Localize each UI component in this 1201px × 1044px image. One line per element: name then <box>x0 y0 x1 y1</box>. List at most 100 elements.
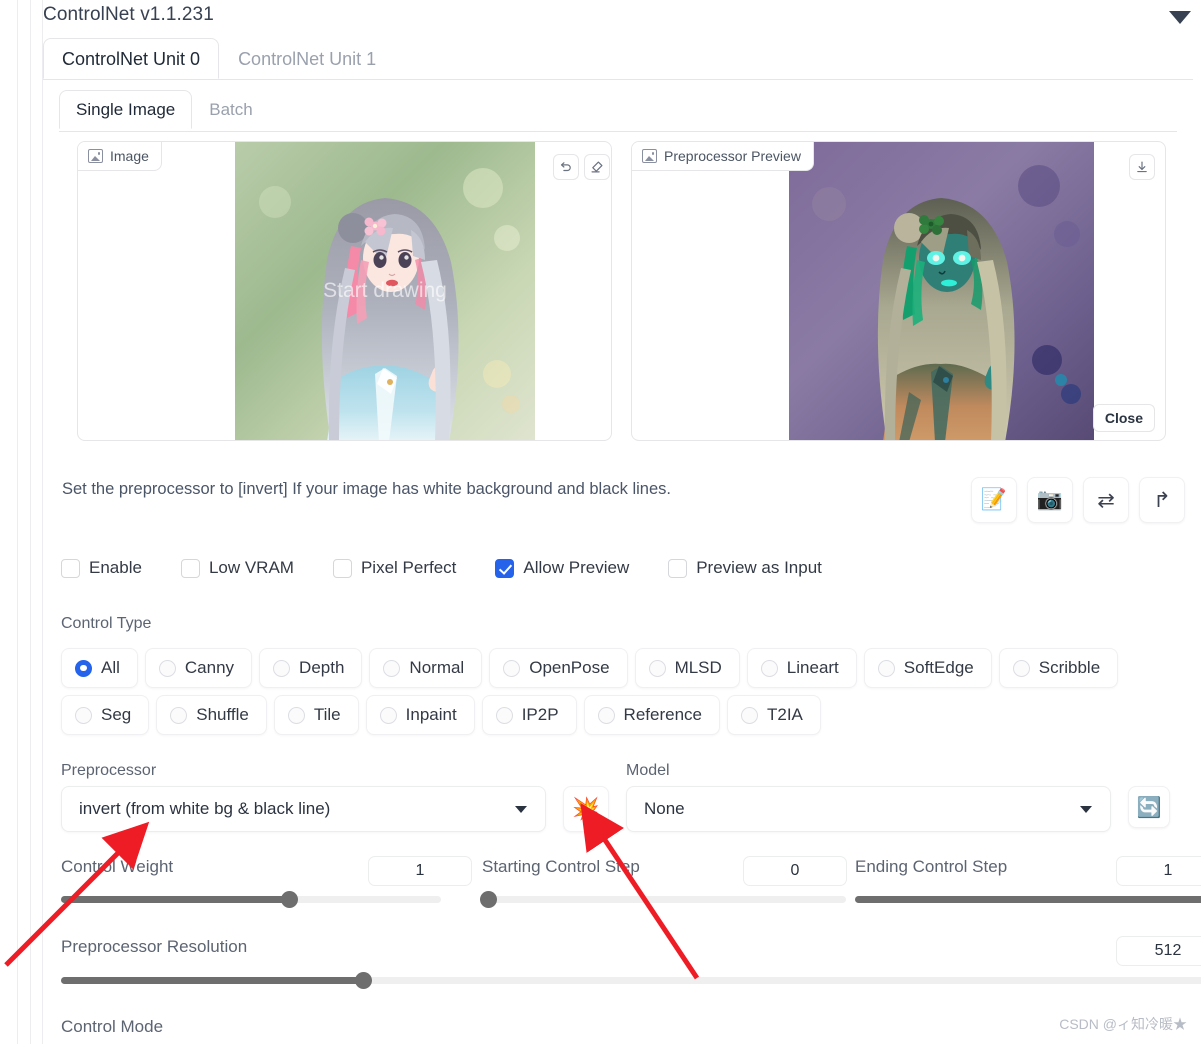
checkbox-low-vram-box[interactable] <box>180 558 200 578</box>
radio-dot-inpaint[interactable] <box>379 706 397 724</box>
radio-dot-ip2p[interactable] <box>495 706 513 724</box>
refresh-models-button[interactable]: 🔄 <box>1128 786 1170 828</box>
control-type-ip2p[interactable]: IP2P <box>481 695 577 735</box>
page-title: ControlNet v1.1.231 <box>43 4 214 25</box>
radio-dot-softedge[interactable] <box>877 659 895 677</box>
chevron-down-glyph <box>1169 10 1191 24</box>
control-type-shuffle[interactable]: Shuffle <box>156 695 267 735</box>
preprocessor-value: invert (from white bg & black line) <box>79 799 331 818</box>
starting-control-step-value[interactable]: 0 <box>743 856 847 886</box>
preview-image-artwork <box>789 142 1094 440</box>
tab-batch[interactable]: Batch <box>192 90 269 129</box>
control-type-reference[interactable]: Reference <box>583 695 720 735</box>
control-type-softedge[interactable]: SoftEdge <box>863 648 992 688</box>
tabs-divider <box>43 79 1193 80</box>
checkbox-preview-as-input[interactable]: Preview as Input <box>668 558 822 578</box>
radio-dot-shuffle[interactable] <box>170 706 188 724</box>
checkbox-pixel-perfect-box[interactable] <box>332 558 352 578</box>
control-weight-value[interactable]: 1 <box>368 856 472 886</box>
control-type-row-1: All Canny Depth Normal OpenPose MLSD Lin… <box>61 648 1185 688</box>
radio-dot-tile[interactable] <box>287 706 305 724</box>
control-type-inpaint[interactable]: Inpaint <box>365 695 475 735</box>
control-type-ip2p-label: IP2P <box>521 705 559 724</box>
checkbox-preview-as-input-label: Preview as Input <box>696 558 822 577</box>
control-type-normal[interactable]: Normal <box>369 648 483 688</box>
ending-control-step-slider[interactable] <box>855 896 1201 903</box>
preprocessor-label: Preprocessor <box>61 762 157 779</box>
tab-controlnet-unit-0[interactable]: ControlNet Unit 0 <box>43 38 220 79</box>
radio-dot-t2ia[interactable] <box>740 706 758 724</box>
preprocessor-resolution-value[interactable]: 512 <box>1116 936 1201 966</box>
preprocessor-preview-panel[interactable]: Preprocessor Preview Close <box>631 141 1166 441</box>
radio-dot-all[interactable] <box>75 659 92 677</box>
radio-dot-depth[interactable] <box>273 659 291 677</box>
preprocessor-resolution-thumb[interactable] <box>354 972 372 989</box>
chevron-down-icon[interactable] <box>1167 6 1193 28</box>
checkbox-enable[interactable]: Enable <box>61 558 142 578</box>
control-type-openpose[interactable]: OpenPose <box>489 648 628 688</box>
control-type-seg-label: Seg <box>101 705 132 724</box>
undo-glyph <box>560 162 571 172</box>
camera-glyph: 📷 <box>1036 488 1064 511</box>
control-type-canny[interactable]: Canny <box>144 648 253 688</box>
model-dropdown[interactable]: None <box>626 786 1111 832</box>
checkbox-low-vram[interactable]: Low VRAM <box>180 558 294 578</box>
control-type-mlsd-label: MLSD <box>674 658 722 677</box>
control-type-tile[interactable]: Tile <box>273 695 359 735</box>
control-weight-fill <box>61 896 289 903</box>
starting-control-step-slider[interactable] <box>480 891 846 908</box>
model-label: Model <box>626 762 670 779</box>
input-image-artwork <box>235 142 535 440</box>
control-weight-slider[interactable] <box>61 891 441 908</box>
ending-control-step-value[interactable]: 1 <box>1116 856 1201 886</box>
preprocessor-resolution-slider[interactable] <box>61 972 1201 989</box>
run-preprocessor-button[interactable]: 💥 <box>563 786 609 832</box>
control-type-openpose-label: OpenPose <box>529 658 610 677</box>
control-type-tile-label: Tile <box>313 705 341 724</box>
control-weight-thumb[interactable] <box>281 891 298 908</box>
refresh-icon: 🔄 <box>1136 796 1162 819</box>
control-type-shuffle-label: Shuffle <box>196 705 249 724</box>
checkbox-pixel-perfect[interactable]: Pixel Perfect <box>332 558 456 578</box>
radio-dot-seg[interactable] <box>75 706 92 724</box>
control-type-t2ia-label: T2IA <box>766 705 803 724</box>
camera-icon[interactable]: 📷 <box>1027 477 1073 523</box>
radio-dot-canny[interactable] <box>158 659 176 677</box>
radio-dot-normal[interactable] <box>383 659 401 677</box>
starting-control-step-label: Starting Control Step <box>482 857 640 876</box>
radio-dot-scribble[interactable] <box>1012 659 1030 677</box>
control-type-mlsd[interactable]: MLSD <box>634 648 740 688</box>
control-type-scribble[interactable]: Scribble <box>998 648 1119 688</box>
radio-dot-lineart[interactable] <box>760 659 778 677</box>
checkbox-preview-as-input-box[interactable] <box>668 558 688 578</box>
eraser-icon[interactable] <box>584 154 610 180</box>
model-value: None <box>644 799 685 818</box>
preview-close-button[interactable]: Close <box>1092 404 1155 432</box>
checkbox-allow-preview[interactable]: Allow Preview <box>495 558 629 578</box>
input-image-canvas[interactable]: Start drawing <box>235 142 535 440</box>
tab-controlnet-unit-1[interactable]: ControlNet Unit 1 <box>219 38 395 79</box>
checkbox-enable-box[interactable] <box>61 558 80 578</box>
control-type-seg[interactable]: Seg <box>61 695 150 735</box>
preprocessor-dropdown[interactable]: invert (from white bg & black line) <box>61 786 546 832</box>
control-type-t2ia[interactable]: T2IA <box>726 695 821 735</box>
control-type-lineart-label: Lineart <box>786 658 839 677</box>
control-type-depth[interactable]: Depth <box>259 648 363 688</box>
radio-dot-reference[interactable] <box>597 706 615 724</box>
radio-dot-openpose[interactable] <box>503 659 521 677</box>
download-icon[interactable] <box>1129 154 1155 180</box>
preprocessor-preview-canvas[interactable] <box>789 142 1094 440</box>
edit-prompt-icon[interactable]: 📝 <box>971 477 1017 523</box>
download-glyph <box>1137 161 1147 173</box>
undo-icon[interactable] <box>553 154 579 180</box>
tab-single-image[interactable]: Single Image <box>59 90 193 129</box>
control-type-all[interactable]: All <box>61 648 138 688</box>
control-type-lineart[interactable]: Lineart <box>746 648 857 688</box>
checkbox-allow-preview-box[interactable] <box>495 558 515 578</box>
input-image-panel[interactable]: Image Start drawing <box>77 141 612 441</box>
inner-tabs-divider <box>59 131 1177 132</box>
arrow-turn-up-icon[interactable]: ↱ <box>1139 477 1185 523</box>
radio-dot-mlsd[interactable] <box>648 659 666 677</box>
starting-control-step-thumb[interactable] <box>480 891 497 908</box>
swap-icon[interactable]: ⇄ <box>1083 477 1129 523</box>
